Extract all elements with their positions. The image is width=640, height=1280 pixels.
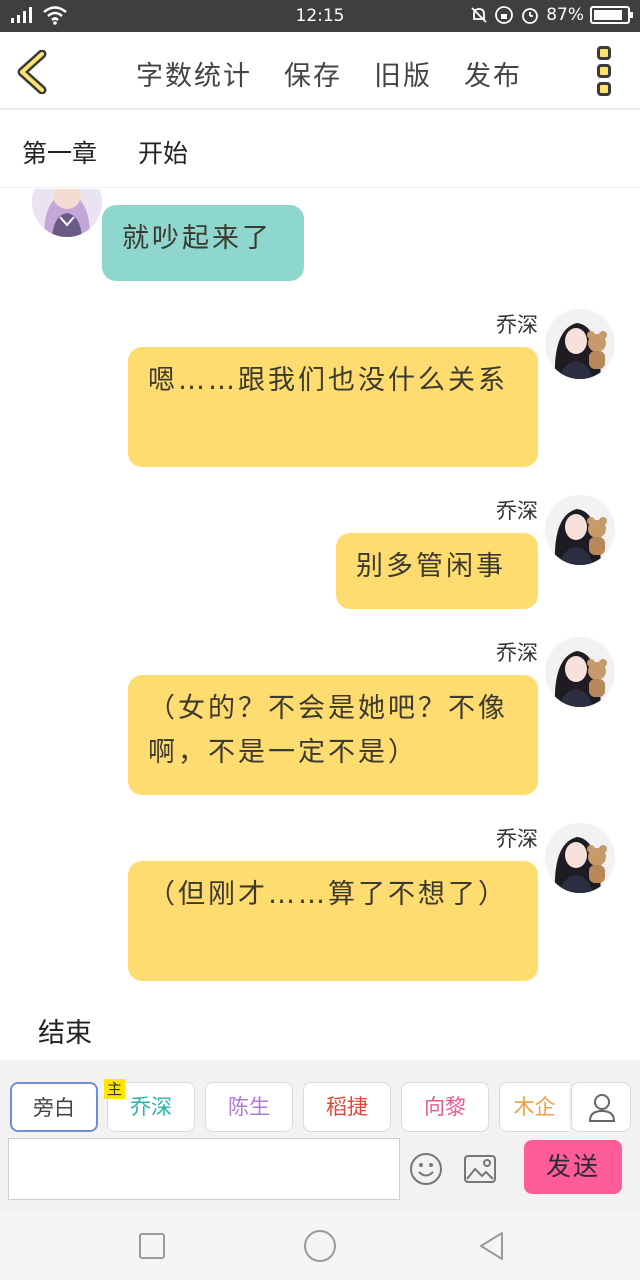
more-menu-button[interactable] [597,46,613,96]
message-bubble[interactable]: （女的？不会是她吧？不像啊，不是一定不是） [128,675,538,795]
sender-name: 乔深 [496,827,538,851]
sender-name: 乔深 [496,641,538,665]
system-back-button[interactable] [476,1230,508,1262]
chevron-left-icon [17,49,47,95]
avatar-right[interactable] [545,495,615,565]
message-bubble[interactable]: 嗯……跟我们也没什么关系 [128,347,538,467]
message-input[interactable] [8,1138,400,1200]
back-button[interactable] [14,49,54,95]
message-text: 嗯……跟我们也没什么关系 [148,365,508,396]
square-icon [139,1233,165,1259]
emoji-button[interactable] [409,1152,443,1186]
dot-icon [597,46,611,60]
word-count-button[interactable]: 字数统计 [136,54,252,93]
battery-fill [594,10,622,20]
message-bubble[interactable]: （但刚才……算了不想了） [128,861,538,981]
message-text: 别多管闲事 [356,551,506,582]
character-name: 乔深 [130,1095,172,1119]
chat-area: 就吵起来了 乔深 嗯……跟我们也没什么关系 乔深 别多管闲事 乔深 （女的？不会… [0,189,640,1059]
character-portrait-icon [545,495,615,565]
character-chip-chensheng[interactable]: 陈生 [205,1082,293,1132]
character-portrait-icon [32,189,102,237]
message-text: （但刚才……算了不想了） [148,879,508,910]
old-version-button[interactable]: 旧版 [374,54,432,93]
recents-button[interactable] [136,1230,168,1262]
person-icon [588,1094,616,1122]
message-bubble[interactable]: 就吵起来了 [102,205,304,281]
composer-bar: 旁白 主 乔深 陈生 稻捷 向黎 木企 发送 [0,1060,640,1210]
avatar-left[interactable] [32,189,102,237]
send-button[interactable]: 发送 [524,1140,622,1194]
dot-icon [597,82,611,96]
battery-percent: 87% [546,5,584,25]
status-bar: 12:15 87% [0,0,640,32]
character-name: 稻捷 [326,1095,368,1119]
character-name: 向黎 [424,1095,466,1119]
sender-name: 乔深 [496,313,538,337]
avatar-right[interactable] [545,309,615,379]
character-name: 木企 [513,1095,556,1119]
nav-items: 字数统计 保存 旧版 发布 [136,54,522,93]
chapter-title: 开始 [138,139,189,168]
character-portrait-icon [545,823,615,893]
character-chip-qiaoshen[interactable]: 主 乔深 [104,1079,195,1132]
character-chip-daojie[interactable]: 稻捷 [303,1082,391,1132]
avatar-right[interactable] [545,823,615,893]
alarm-icon [522,8,539,24]
main-character-badge: 主 [104,1079,126,1099]
image-icon [464,1155,496,1183]
top-nav: 字数统计 保存 旧版 发布 [0,32,640,110]
save-button[interactable]: 保存 [284,54,342,93]
character-name: 陈生 [228,1095,270,1119]
sender-name: 乔深 [496,499,538,523]
character-chip-muqi[interactable]: 木企 [499,1082,569,1132]
battery-icon [590,6,633,24]
circle-icon [304,1230,336,1262]
message-text: （女的？不会是她吧？不像啊，不是一定不是） [148,693,508,768]
smiley-icon [410,1153,442,1185]
triangle-back-icon [480,1232,503,1260]
dot-icon [597,64,611,78]
character-chip-xiangli[interactable]: 向黎 [401,1082,489,1132]
message-bubble[interactable]: 别多管闲事 [336,533,538,609]
end-marker[interactable]: 结束 [38,1011,92,1050]
message-text: 就吵起来了 [122,223,272,254]
status-right: 87% [470,5,633,25]
home-button[interactable] [302,1228,338,1264]
system-nav-bar [0,1210,640,1280]
bell-muted-icon [471,7,487,23]
character-name: 旁白 [33,1096,75,1120]
chapter-number: 第一章 [22,139,98,168]
insert-image-button[interactable] [463,1154,497,1184]
avatar-right[interactable] [545,637,615,707]
lock-rotation-icon [495,6,514,24]
chapter-bar[interactable]: 第一章 开始 [0,110,640,188]
character-chip-narrator[interactable]: 旁白 [10,1082,98,1132]
publish-button[interactable]: 发布 [464,54,522,93]
character-portrait-icon [545,637,615,707]
character-manage-button[interactable] [571,1082,631,1132]
character-portrait-icon [545,309,615,379]
